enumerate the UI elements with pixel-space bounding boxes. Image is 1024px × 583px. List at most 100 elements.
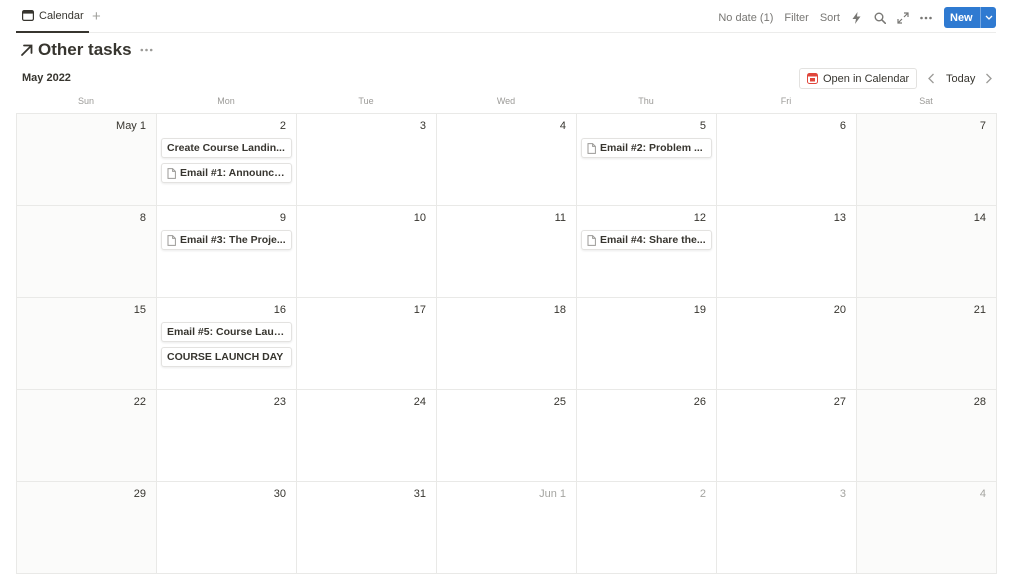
day-events: Email #3: The Proje... [161,230,292,255]
calendar-day[interactable]: 29 [17,482,157,574]
sort-button[interactable]: Sort [820,12,840,24]
day-events: Email #2: Problem ... [581,138,712,163]
calendar-day[interactable]: 21 [857,298,997,390]
calendar-day[interactable]: 25 [437,390,577,482]
event-card[interactable]: Email #2: Problem ... [581,138,712,158]
more-options-button[interactable] [919,11,932,24]
event-title: Email #1: Announce... [180,167,289,179]
event-card[interactable]: Create Course Landin... [161,138,292,158]
search-icon [874,12,886,24]
event-card[interactable]: Email #1: Announce... [161,163,292,183]
calendar-day[interactable]: 4 [437,114,577,206]
new-button[interactable]: New [944,7,996,28]
calendar-day[interactable]: 18 [437,298,577,390]
calendar-day[interactable]: 19 [577,298,717,390]
calendar-day[interactable]: 7 [857,114,997,206]
day-number: 28 [973,396,986,408]
day-number: 30 [273,488,286,500]
view-tab-bar: Calendar + No date (1) Filter Sort New [16,0,996,33]
calendar-week: 15 16 Email #5: Course Laun... COURSE LAUNC… [17,298,997,390]
day-number: 22 [133,396,146,408]
day-number: 7 [979,120,986,132]
calendar-week: 22 23 24 25 26 27 28 [17,390,997,482]
calendar-day[interactable]: 2 Create Course Landin... Email #1: Announ… [157,114,297,206]
day-number: 16 [273,304,286,316]
document-icon [587,142,596,154]
calendar-day[interactable]: 13 [717,206,857,298]
calendar-week: 29 30 31 Jun 1 2 3 4 [17,482,997,574]
calendar-day[interactable]: 30 [157,482,297,574]
calendar-day[interactable]: 17 [297,298,437,390]
calendar-day[interactable]: Jun 1 [437,482,577,574]
calendar-day[interactable]: May 1 [17,114,157,206]
calendar-day[interactable]: 22 [17,390,157,482]
event-card[interactable]: COURSE LAUNCH DAY [161,347,292,367]
calendar-day[interactable]: 15 [17,298,157,390]
search-button[interactable] [873,11,886,24]
event-title: Email #3: The Proje... [180,234,286,246]
calendar-day[interactable]: 2 [577,482,717,574]
day-number: 15 [133,304,146,316]
event-card[interactable]: Email #3: The Proje... [161,230,292,250]
day-number: 3 [419,120,426,132]
calendar-day[interactable]: 26 [577,390,717,482]
calendar-day[interactable]: 9 Email #3: The Proje... [157,206,297,298]
google-calendar-icon [807,73,818,84]
automation-button[interactable] [850,11,863,24]
event-card[interactable]: Email #4: Share the... [581,230,712,250]
calendar-day[interactable]: 8 [17,206,157,298]
day-events: Create Course Landin... Email #1: Announc… [161,138,292,188]
calendar-day[interactable]: 27 [717,390,857,482]
new-dropdown-button[interactable] [981,15,996,20]
day-number: 11 [554,212,566,224]
calendar-day[interactable]: 23 [157,390,297,482]
day-number: 18 [553,304,566,316]
day-events: Email #5: Course Laun... COURSE LAUNCH DA… [161,322,292,372]
open-in-calendar-label: Open in Calendar [823,72,910,85]
calendar-day[interactable]: 28 [857,390,997,482]
chevron-right-icon[interactable] [984,73,993,84]
today-button[interactable]: Today [946,73,975,85]
event-card[interactable]: Email #5: Course Laun... [161,322,292,342]
calendar-day[interactable]: 3 [297,114,437,206]
calendar-day[interactable]: 6 [717,114,857,206]
day-number: 21 [973,304,986,316]
weekday-label: Sun [77,96,94,106]
day-number: 17 [413,304,426,316]
calendar-day[interactable]: 24 [297,390,437,482]
day-number: 13 [833,212,846,224]
add-view-button[interactable]: + [92,9,101,24]
expand-icon [896,11,909,24]
more-icon[interactable] [140,48,153,52]
chevron-left-icon[interactable] [927,73,936,84]
calendar-day[interactable]: 14 [857,206,997,298]
tab-calendar[interactable]: Calendar [16,0,89,33]
day-number: 19 [693,304,706,316]
document-icon [167,167,176,179]
open-in-calendar-button[interactable]: Open in Calendar [799,68,917,89]
day-number: 29 [133,488,146,500]
calendar-day[interactable]: 4 [857,482,997,574]
event-title: Email #4: Share the... [600,234,706,246]
day-number: 8 [139,212,146,224]
calendar-day[interactable]: 16 Email #5: Course Laun... COURSE LAUNCH … [157,298,297,390]
expand-button[interactable] [896,11,909,24]
page-title[interactable]: Other tasks [38,40,132,60]
event-title: Create Course Landin... [167,142,285,154]
day-number: Jun 1 [539,488,566,500]
calendar-day[interactable]: 11 [437,206,577,298]
calendar-day[interactable]: 20 [717,298,857,390]
calendar-day[interactable]: 3 [717,482,857,574]
calendar-day[interactable]: 5 Email #2: Problem ... [577,114,717,206]
calendar-day[interactable]: 12 Email #4: Share the... [577,206,717,298]
chevron-down-icon [985,15,992,20]
lightning-icon [852,11,861,24]
day-number: 23 [273,396,286,408]
calendar-day[interactable]: 10 [297,206,437,298]
day-number: 10 [413,212,426,224]
filter-button[interactable]: Filter [784,12,808,24]
event-title: Email #2: Problem ... [600,142,703,154]
no-date-button[interactable]: No date (1) [718,12,773,24]
day-number: 20 [833,304,846,316]
calendar-day[interactable]: 31 [297,482,437,574]
